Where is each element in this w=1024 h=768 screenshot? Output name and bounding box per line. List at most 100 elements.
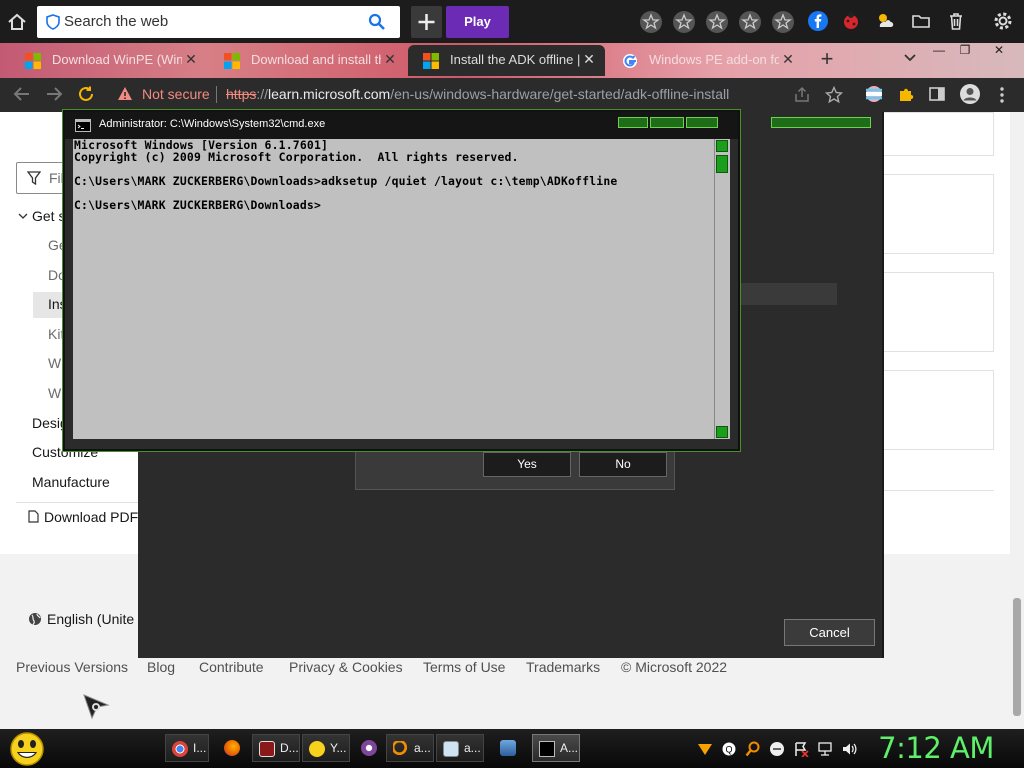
ladybug-icon[interactable] bbox=[840, 10, 862, 32]
trash-icon[interactable] bbox=[945, 10, 967, 32]
gear-icon[interactable] bbox=[992, 10, 1014, 32]
cancel-button[interactable]: Cancel bbox=[784, 619, 875, 646]
play-button[interactable]: Play bbox=[446, 6, 509, 38]
yes-button[interactable]: Yes bbox=[483, 452, 571, 477]
firefox-icon bbox=[224, 740, 240, 756]
footer-link-terms[interactable]: Terms of Use bbox=[423, 659, 505, 675]
not-secure-label[interactable]: Not secure bbox=[142, 86, 210, 102]
notepad-icon bbox=[443, 741, 459, 757]
close-tab-icon[interactable]: ✕ bbox=[183, 51, 199, 67]
minimize-icon[interactable] bbox=[618, 117, 648, 128]
footer-link-blog[interactable]: Blog bbox=[147, 659, 175, 675]
taskbar-button-document[interactable]: D... bbox=[252, 734, 300, 762]
volume-icon[interactable] bbox=[841, 741, 857, 757]
star-icon[interactable] bbox=[639, 10, 663, 34]
star-icon[interactable] bbox=[771, 10, 795, 34]
taskbar-button-chrome[interactable]: I... bbox=[165, 734, 209, 762]
warning-icon[interactable] bbox=[117, 86, 133, 102]
tab-download-winpe[interactable]: Download WinPE (Windo ✕ bbox=[10, 45, 207, 76]
svg-text:Q: Q bbox=[725, 745, 732, 755]
taskbar-button-cmd[interactable]: A... bbox=[532, 734, 580, 762]
back-icon[interactable] bbox=[12, 85, 32, 103]
reload-icon[interactable] bbox=[77, 85, 95, 103]
star-icon[interactable] bbox=[738, 10, 762, 34]
more-menu-icon[interactable] bbox=[996, 86, 1008, 104]
scroll-down-icon[interactable] bbox=[716, 426, 728, 438]
weather-icon[interactable] bbox=[874, 10, 896, 32]
tab-download-install[interactable]: Download and install the ✕ bbox=[209, 45, 406, 76]
taskbar-button-search-tool[interactable]: a... bbox=[386, 734, 434, 762]
web-search-box[interactable]: Search the web bbox=[37, 6, 400, 38]
new-tab-icon[interactable]: + bbox=[817, 48, 837, 70]
taskbar-button-network[interactable] bbox=[494, 734, 524, 762]
network-status-icon[interactable] bbox=[817, 741, 833, 757]
star-icon[interactable] bbox=[672, 10, 696, 34]
maximize-icon[interactable] bbox=[650, 117, 684, 128]
folder-icon[interactable] bbox=[910, 10, 932, 32]
sidebar-toggle-icon[interactable] bbox=[929, 86, 945, 102]
close-tab-icon[interactable]: ✕ bbox=[581, 51, 597, 67]
tab-title: Download and install the bbox=[251, 52, 381, 67]
scrollbar-thumb[interactable] bbox=[1013, 598, 1021, 716]
dialog-title-buttons[interactable] bbox=[771, 117, 871, 128]
taskbar-clock[interactable]: 7:12 AM bbox=[878, 729, 994, 768]
tab-title: Download WinPE (Windo bbox=[52, 52, 182, 67]
close-window-icon[interactable] bbox=[686, 117, 718, 128]
cmd-output: Microsoft Windows [Version 6.1.7601] Copy… bbox=[74, 139, 714, 211]
cmd-scrollbar[interactable] bbox=[714, 139, 730, 439]
shield-icon bbox=[45, 14, 61, 30]
taskbar-button-firefox[interactable] bbox=[218, 734, 250, 762]
search-icon[interactable] bbox=[368, 13, 386, 31]
taskbar-button-tor[interactable] bbox=[355, 734, 383, 762]
chevron-down-icon[interactable] bbox=[902, 49, 918, 65]
close-window-icon[interactable]: ✕ bbox=[986, 43, 1012, 57]
microsoft-favicon bbox=[25, 53, 41, 69]
profile-flag-icon[interactable] bbox=[865, 85, 883, 103]
cmd-line: C:\Users\MARK ZUCKERBERG\Downloads> bbox=[74, 198, 322, 212]
share-icon[interactable] bbox=[793, 86, 811, 104]
chevron-down-icon[interactable] bbox=[18, 211, 28, 221]
taskbar-button-notepad[interactable]: a... bbox=[436, 734, 484, 762]
scroll-up-icon[interactable] bbox=[716, 140, 728, 152]
tray-app-icon[interactable]: Q bbox=[721, 741, 737, 757]
nav-item[interactable]: Kit bbox=[48, 326, 64, 342]
language-selector[interactable]: English (Unite bbox=[47, 611, 134, 627]
cmd-icon bbox=[75, 119, 91, 132]
footer-link-trademarks[interactable]: Trademarks bbox=[526, 659, 600, 675]
home-icon[interactable] bbox=[4, 9, 30, 35]
nav-item[interactable]: W bbox=[48, 355, 61, 371]
search-tool-icon[interactable] bbox=[745, 741, 761, 757]
close-tab-icon[interactable]: ✕ bbox=[780, 51, 796, 67]
download-pdf-link[interactable]: Download PDF bbox=[16, 502, 146, 530]
flag-icon[interactable] bbox=[793, 741, 809, 757]
url-path: /en-us/windows-hardware/get-started/adk-… bbox=[390, 86, 730, 102]
star-icon[interactable] bbox=[705, 10, 729, 34]
nav-get-started[interactable]: Get s bbox=[32, 208, 65, 224]
extensions-icon[interactable] bbox=[897, 85, 915, 103]
content-card bbox=[876, 272, 994, 352]
nav-item[interactable]: W bbox=[48, 385, 61, 401]
globe-icon bbox=[28, 612, 42, 626]
minimize-icon[interactable]: — bbox=[926, 43, 952, 57]
url-text[interactable]: https://learn.microsoft.com/en-us/window… bbox=[226, 86, 729, 102]
tray-app-icon[interactable] bbox=[697, 741, 713, 757]
start-button[interactable] bbox=[8, 731, 46, 767]
tab-windows-pe-addon[interactable]: Windows PE add-on for ✕ bbox=[607, 45, 804, 76]
footer-link-previous-versions[interactable]: Previous Versions bbox=[16, 659, 128, 675]
tab-install-adk-offline[interactable]: Install the ADK offline | M ✕ bbox=[408, 45, 605, 76]
taskbar-button-smiley[interactable]: Y... bbox=[302, 734, 350, 762]
restore-icon[interactable]: ❐ bbox=[952, 43, 978, 57]
cmd-line: C:\Users\MARK ZUCKERBERG\Downloads>adkse… bbox=[74, 174, 618, 188]
footer-link-privacy[interactable]: Privacy & Cookies bbox=[289, 659, 403, 675]
scrollbar-thumb[interactable] bbox=[716, 155, 728, 173]
no-button[interactable]: No bbox=[579, 452, 667, 477]
nav-manufacture[interactable]: Manufacture bbox=[32, 474, 110, 490]
forward-icon[interactable] bbox=[44, 85, 64, 103]
close-tab-icon[interactable]: ✕ bbox=[382, 51, 398, 67]
avatar[interactable] bbox=[959, 83, 981, 105]
footer-link-contribute[interactable]: Contribute bbox=[199, 659, 264, 675]
add-button[interactable] bbox=[411, 6, 442, 38]
bookmark-star-icon[interactable] bbox=[825, 86, 843, 104]
tray-app-icon[interactable] bbox=[769, 741, 785, 757]
facebook-icon[interactable] bbox=[807, 10, 829, 32]
